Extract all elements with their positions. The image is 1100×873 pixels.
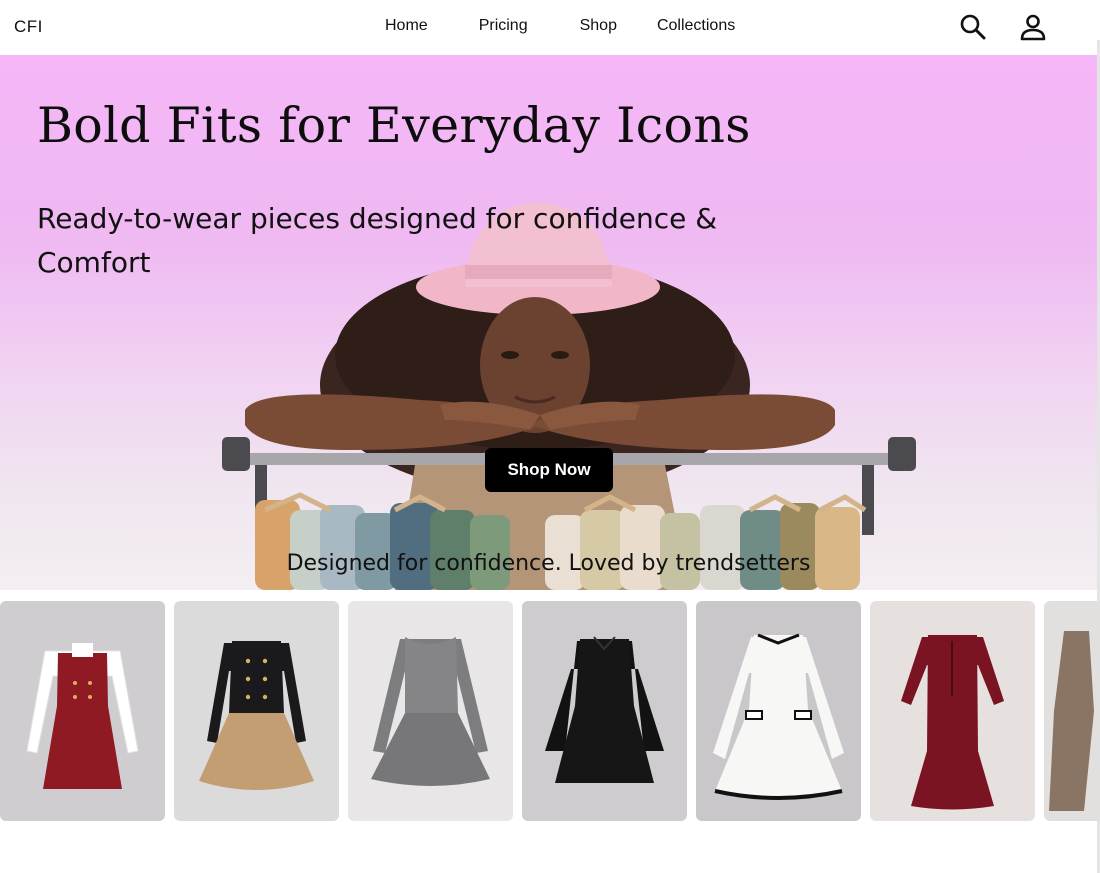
hero-banner: Bold Fits for Everyday Icons Ready-to-we… [0, 55, 1097, 590]
product-image [348, 601, 513, 821]
hero-tagline: Designed for confidence. Loved by trends… [286, 551, 811, 576]
shop-now-button[interactable]: Shop Now [485, 448, 613, 492]
product-card-white-knit-dress[interactable] [696, 601, 861, 821]
nav-link-home[interactable]: Home [385, 17, 428, 35]
product-image [1044, 601, 1100, 821]
product-card-red-pinafore-dress[interactable] [0, 601, 165, 821]
brand-logo[interactable]: CFI [14, 17, 43, 37]
product-image [696, 601, 861, 821]
product-card-black-tan-corset-dress[interactable] [174, 601, 339, 821]
product-card-grey-tweed-dress[interactable] [348, 601, 513, 821]
user-icon[interactable] [1019, 13, 1047, 41]
nav-link-collections[interactable]: Collections [657, 17, 735, 35]
nav-link-shop[interactable]: Shop [580, 17, 617, 35]
top-navigation: CFI Home Pricing Shop Collections [0, 0, 1100, 55]
product-image [174, 601, 339, 821]
product-card-black-flare-sleeve-dress[interactable] [522, 601, 687, 821]
product-image [522, 601, 687, 821]
main-nav: Home Pricing Shop Collections [385, 17, 735, 35]
hero-subtitle: Ready-to-wear pieces designed for confid… [37, 202, 718, 279]
product-image [0, 601, 165, 821]
product-card-brown-halter-dress[interactable] [1044, 601, 1100, 821]
nav-link-pricing[interactable]: Pricing [479, 17, 528, 35]
search-icon[interactable] [959, 13, 987, 41]
product-card-burgundy-mermaid-dress[interactable] [870, 601, 1035, 821]
product-carousel [0, 601, 1100, 821]
product-image [870, 601, 1035, 821]
hero-title: Bold Fits for Everyday Icons [37, 97, 751, 154]
